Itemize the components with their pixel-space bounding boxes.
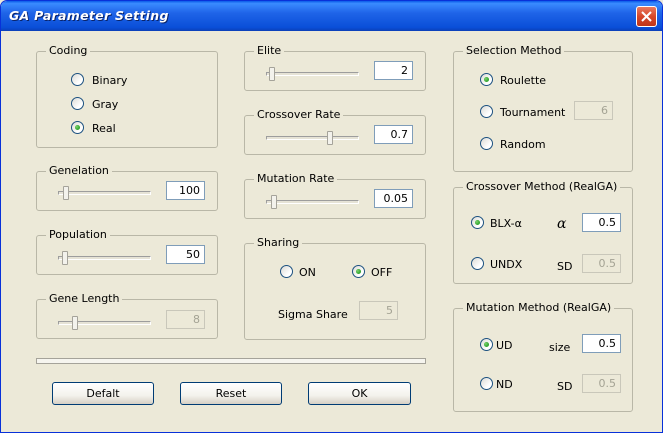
crossover-undx-label: UNDX (490, 258, 523, 271)
close-button[interactable] (636, 6, 657, 27)
reset-button[interactable]: Reset (180, 382, 282, 405)
gene-length-input: 8 (166, 310, 205, 329)
genelation-group-label: Genelation (46, 164, 112, 177)
coding-group: Coding (36, 44, 218, 148)
selection-roulette-radio[interactable] (480, 73, 493, 86)
sharing-on-radio[interactable] (280, 265, 293, 278)
mutation-sd-label: SD (557, 380, 573, 393)
sigma-share-label: Sigma Share (278, 308, 348, 321)
window-title: GA Parameter Setting (9, 8, 169, 23)
sharing-on-label: ON (299, 266, 316, 279)
sharing-group: Sharing (244, 236, 426, 340)
genelation-slider-track (58, 191, 151, 195)
crossover-rate-input[interactable]: 0.7 (374, 125, 413, 144)
selection-random-label: Random (500, 138, 546, 151)
gene-length-slider (58, 316, 151, 330)
population-slider-thumb[interactable] (62, 251, 69, 265)
mutation-rate-slider-track (266, 200, 359, 204)
mutation-nd-label: ND (496, 378, 513, 391)
gene-length-slider-thumb (71, 316, 78, 330)
close-icon (641, 11, 652, 22)
population-group-label: Population (46, 228, 110, 241)
alpha-input[interactable]: 0.5 (582, 213, 621, 232)
sharing-off-radio[interactable] (352, 265, 365, 278)
crossover-undx-radio[interactable] (471, 257, 484, 270)
crossover-rate-slider-track (266, 136, 359, 140)
title-bar[interactable]: GA Parameter Setting (1, 1, 662, 31)
genelation-slider-thumb[interactable] (63, 186, 70, 200)
selection-tournament-radio[interactable] (480, 105, 493, 118)
elite-slider-thumb[interactable] (268, 67, 275, 81)
sharing-group-label: Sharing (254, 236, 303, 249)
mutation-sd-input: 0.5 (582, 374, 621, 393)
genelation-slider[interactable] (58, 186, 151, 200)
progress-bar (36, 358, 426, 364)
crossover-blx-radio[interactable] (471, 216, 484, 229)
mutation-rate-slider-thumb[interactable] (271, 195, 278, 209)
mutation-ud-radio[interactable] (480, 338, 493, 351)
mutation-ud-label: UD (496, 339, 513, 352)
coding-gray-radio[interactable] (71, 97, 84, 110)
mutation-size-label: size (549, 341, 571, 354)
mutation-method-group: Mutation Method (RealGA) (453, 301, 633, 412)
crossover-blx-label: BLX-α (490, 217, 522, 230)
coding-real-radio[interactable] (71, 121, 84, 134)
coding-group-label: Coding (46, 44, 91, 57)
elite-group-label: Elite (254, 44, 285, 57)
genelation-input[interactable]: 100 (166, 181, 205, 200)
coding-real-label: Real (92, 122, 116, 135)
crossover-rate-slider-thumb[interactable] (326, 131, 333, 145)
coding-gray-label: Gray (92, 98, 119, 111)
elite-input[interactable]: 2 (374, 61, 413, 80)
mutation-nd-radio[interactable] (480, 377, 493, 390)
population-slider[interactable] (58, 251, 151, 265)
gene-length-group-label: Gene Length (46, 292, 123, 305)
selection-roulette-label: Roulette (500, 74, 547, 87)
crossover-rate-group-label: Crossover Rate (254, 108, 344, 121)
crossover-sd-label: SD (557, 260, 573, 273)
alpha-symbol-label: α (557, 216, 567, 232)
default-button[interactable]: Defalt (52, 382, 154, 405)
crossover-method-group-label: Crossover Method (RealGA) (463, 180, 621, 193)
coding-binary-label: Binary (92, 74, 128, 87)
mutation-method-group-label: Mutation Method (RealGA) (463, 301, 615, 314)
population-input[interactable]: 50 (166, 245, 205, 264)
selection-random-radio[interactable] (480, 137, 493, 150)
elite-slider-track (266, 72, 359, 76)
selection-tournament-label: Tournament (500, 106, 566, 119)
tournament-size-input: 6 (574, 101, 613, 120)
mutation-size-input[interactable]: 0.5 (582, 334, 621, 353)
mutation-rate-group-label: Mutation Rate (254, 172, 338, 185)
ga-parameter-window: GA Parameter Setting Coding Binary Gray … (0, 0, 663, 433)
coding-binary-radio[interactable] (71, 73, 84, 86)
mutation-rate-slider[interactable] (266, 195, 359, 209)
sigma-share-input: 5 (359, 301, 398, 320)
elite-slider[interactable] (266, 67, 359, 81)
population-slider-track (58, 256, 151, 260)
ok-button[interactable]: OK (308, 382, 411, 405)
crossover-sd-input: 0.5 (582, 254, 621, 273)
sharing-off-label: OFF (371, 266, 393, 279)
mutation-rate-input[interactable]: 0.05 (374, 189, 413, 208)
selection-method-group-label: Selection Method (463, 44, 565, 57)
crossover-rate-slider[interactable] (266, 131, 359, 145)
